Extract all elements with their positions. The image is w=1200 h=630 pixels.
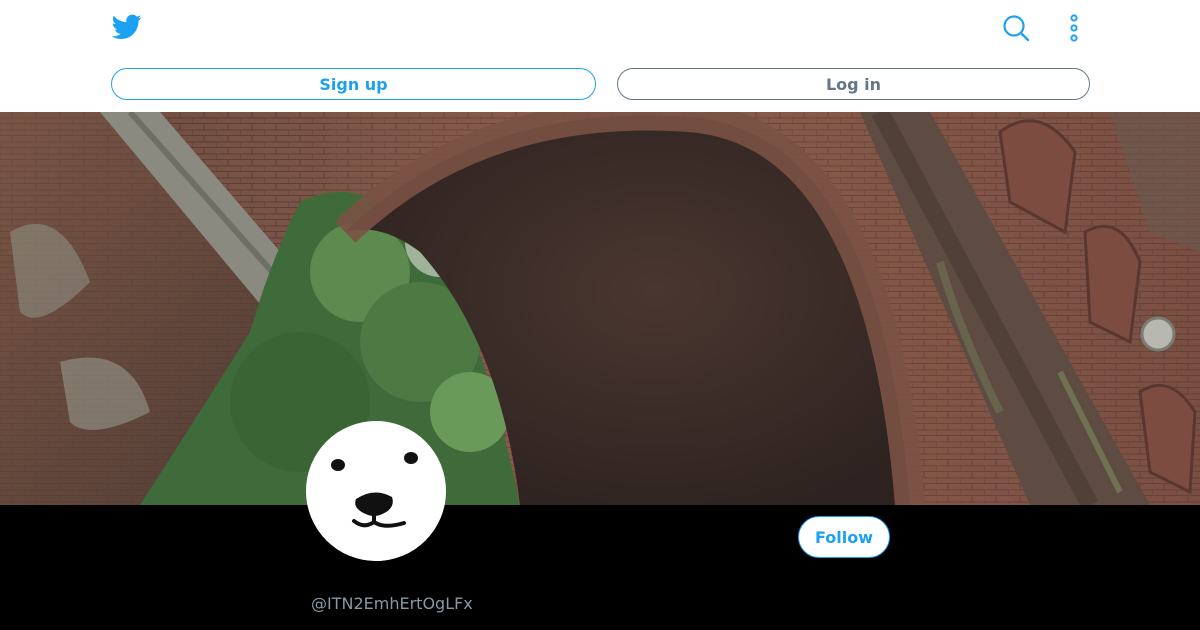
profile-handle: @ITN2EmhErtOgLFx xyxy=(311,594,473,613)
profile-avatar[interactable] xyxy=(306,421,446,561)
twitter-bird-icon[interactable] xyxy=(112,14,142,40)
profile-banner-image xyxy=(0,112,1200,505)
profile-header-area xyxy=(0,505,1200,630)
search-icon[interactable] xyxy=(1002,14,1030,42)
more-vertical-icon[interactable] xyxy=(1066,14,1082,42)
signup-button[interactable]: Sign up xyxy=(111,68,596,100)
seal-face-avatar-icon xyxy=(306,421,446,561)
follow-button[interactable]: Follow xyxy=(798,516,890,558)
login-button[interactable]: Log in xyxy=(617,68,1090,100)
top-nav-bar: Sign up Log in xyxy=(0,0,1200,112)
